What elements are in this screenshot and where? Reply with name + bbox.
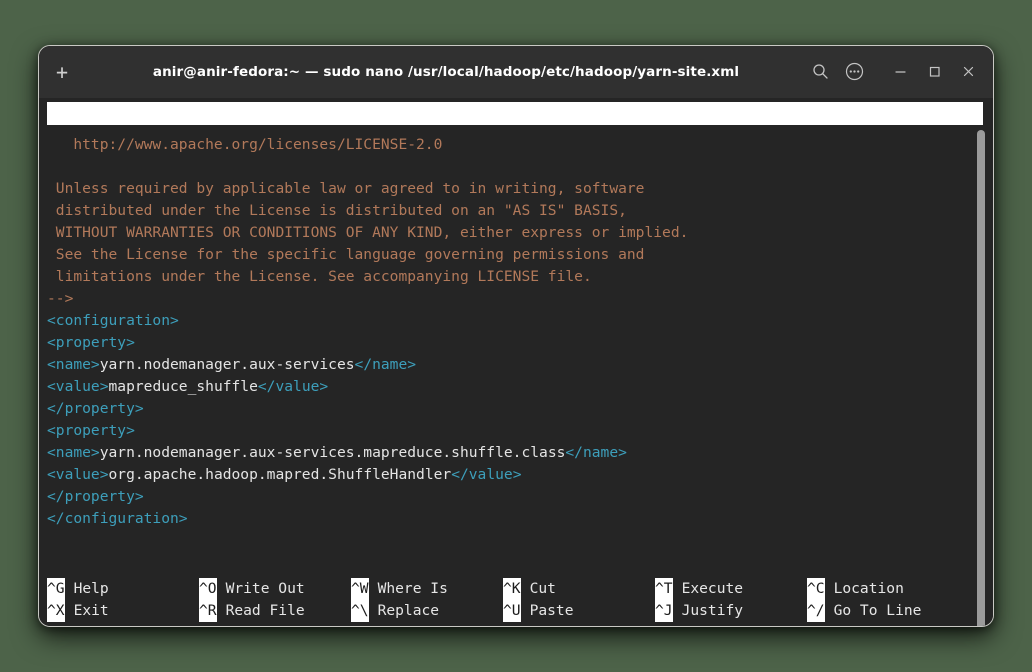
code-line: <value>org.apache.hadoop.mapred.ShuffleH…: [47, 464, 967, 486]
code-line: distributed under the License is distrib…: [47, 200, 967, 222]
code-segment-tag: <configuration>: [47, 312, 179, 329]
shortcut-label: Read File: [225, 602, 305, 619]
shortcut-help[interactable]: ^G Help: [47, 578, 109, 600]
nano-editor: GNU nano 6.0 /usr/local/hadoop/etc/hadoo…: [39, 98, 993, 626]
code-segment-tag: </name>: [354, 356, 417, 373]
code-segment-txt: org.apache.hadoop.mapred.ShuffleHandler: [108, 466, 452, 483]
shortcut-exit[interactable]: ^X Exit: [47, 600, 109, 622]
window-titlebar: + anir@anir-fedora:~ — sudo nano /usr/lo…: [39, 46, 993, 98]
shortcut-key: ^\: [351, 600, 369, 622]
shortcut-key: ^X: [47, 600, 65, 622]
close-button[interactable]: [951, 55, 985, 89]
code-segment-tag: </property>: [47, 400, 144, 417]
code-segment-tag: </value>: [257, 378, 329, 395]
shortcut-justify[interactable]: ^J Justify: [655, 600, 743, 622]
code-segment-tag: <name>: [47, 444, 100, 461]
maximize-button[interactable]: [917, 55, 951, 89]
shortcut-label: Execute: [681, 580, 744, 597]
titlebar-controls: [803, 55, 993, 89]
code-segment-txt: mapreduce_shuffle: [108, 378, 258, 395]
shortcut-key: ^U: [503, 600, 521, 622]
code-line: <property>: [47, 420, 967, 442]
shortcut-label: Write Out: [225, 580, 305, 597]
code-line: -->: [47, 288, 967, 310]
shortcut-key: ^G: [47, 578, 65, 600]
plus-icon: +: [55, 59, 69, 84]
shortcut-label: Justify: [681, 602, 744, 619]
shortcut-label: Replace: [377, 602, 440, 619]
code-line: limitations under the License. See accom…: [47, 266, 967, 288]
code-segment-cmt: limitations under the License. See accom…: [47, 268, 592, 285]
code-segment-tag: </property>: [47, 488, 144, 505]
shortcut-location[interactable]: ^C Location: [807, 578, 904, 600]
search-icon[interactable]: [803, 55, 837, 89]
nano-shortcut-bar: ^G Help ^O Write Out ^W Where Is ^K Cut ^T Execut…: [47, 578, 983, 624]
shortcut-execute[interactable]: ^T Execute: [655, 578, 743, 600]
nano-text-area[interactable]: http://www.apache.org/licenses/LICENSE-2…: [47, 134, 967, 570]
menu-icon[interactable]: [837, 55, 871, 89]
code-line: </property>: [47, 486, 967, 508]
code-segment-tag: <value>: [47, 378, 109, 395]
code-segment-tag: </name>: [565, 444, 627, 461]
code-line: <property>: [47, 332, 967, 354]
code-segment-tag: <property>: [47, 334, 135, 351]
code-line: See the License for the specific languag…: [47, 244, 967, 266]
nano-header-bar: GNU nano 6.0 /usr/local/hadoop/etc/hadoo…: [47, 102, 983, 125]
code-segment-txt: yarn.nodemanager.aux-services.mapreduce.…: [99, 444, 566, 461]
shortcut-replace[interactable]: ^\ Replace: [351, 600, 439, 622]
shortcut-label: Exit: [73, 602, 109, 619]
shortcut-key: ^C: [807, 578, 825, 600]
shortcut-key: ^/: [807, 600, 825, 622]
code-segment-cmt: WITHOUT WARRANTIES OR CONDITIONS OF ANY …: [47, 224, 689, 241]
code-segment-cmt: See the License for the specific languag…: [47, 246, 645, 263]
code-segment-txt: yarn.nodemanager.aux-services: [99, 356, 355, 373]
code-line: </property>: [47, 398, 967, 420]
code-segment-tag: <property>: [47, 422, 135, 439]
code-segment-tag: <value>: [47, 466, 109, 483]
shortcut-go-to-line[interactable]: ^/ Go To Line: [807, 600, 921, 622]
vertical-scrollbar[interactable]: [975, 128, 987, 626]
code-segment-cmt: http://www.apache.org/licenses/LICENSE-2…: [47, 136, 443, 153]
terminal-window: + anir@anir-fedora:~ — sudo nano /usr/lo…: [38, 45, 994, 627]
code-line: WITHOUT WARRANTIES OR CONDITIONS OF ANY …: [47, 222, 967, 244]
shortcut-key: ^R: [199, 600, 217, 622]
shortcut-where-is[interactable]: ^W Where Is: [351, 578, 448, 600]
shortcut-row-2: ^X Exit ^R Read File ^\ Replace ^U Paste ^J Justi…: [47, 600, 983, 622]
code-line: </configuration>: [47, 508, 967, 530]
desktop-background: + anir@anir-fedora:~ — sudo nano /usr/lo…: [0, 0, 1032, 672]
shortcut-write-out[interactable]: ^O Write Out: [199, 578, 305, 600]
code-segment-cmt: -->: [47, 290, 74, 307]
shortcut-key: ^T: [655, 578, 673, 600]
minimize-button[interactable]: [883, 55, 917, 89]
shortcut-label: Cut: [529, 580, 556, 597]
scrollbar-thumb[interactable]: [977, 130, 985, 626]
new-tab-button[interactable]: +: [39, 46, 85, 97]
shortcut-label: Go To Line: [833, 602, 922, 619]
shortcut-label: Location: [833, 580, 904, 597]
shortcut-read-file[interactable]: ^R Read File: [199, 600, 305, 622]
code-line: <name>yarn.nodemanager.aux-services</nam…: [47, 354, 967, 376]
code-line: <value>mapreduce_shuffle</value>: [47, 376, 967, 398]
code-line: http://www.apache.org/licenses/LICENSE-2…: [47, 134, 967, 156]
shortcut-key: ^W: [351, 578, 369, 600]
shortcut-label: Help: [73, 580, 109, 597]
code-segment-cmt: distributed under the License is distrib…: [47, 202, 627, 219]
code-segment-cmt: Unless required by applicable law or agr…: [47, 180, 645, 197]
shortcut-cut[interactable]: ^K Cut: [503, 578, 556, 600]
shortcut-key: ^K: [503, 578, 521, 600]
shortcut-key: ^J: [655, 600, 673, 622]
shortcut-label: Where Is: [377, 580, 448, 597]
shortcut-label: Paste: [529, 602, 574, 619]
code-line: Unless required by applicable law or agr…: [47, 178, 967, 200]
code-line: <configuration>: [47, 310, 967, 332]
code-segment-tag: <name>: [47, 356, 100, 373]
shortcut-row-1: ^G Help ^O Write Out ^W Where Is ^K Cut ^T Execut…: [47, 578, 983, 600]
window-title: anir@anir-fedora:~ — sudo nano /usr/loca…: [152, 63, 740, 80]
code-segment-tag: </value>: [451, 466, 522, 483]
code-line: <name>yarn.nodemanager.aux-services.mapr…: [47, 442, 967, 464]
code-segment-tag: </configuration>: [47, 510, 188, 527]
shortcut-paste[interactable]: ^U Paste: [503, 600, 574, 622]
shortcut-key: ^O: [199, 578, 217, 600]
